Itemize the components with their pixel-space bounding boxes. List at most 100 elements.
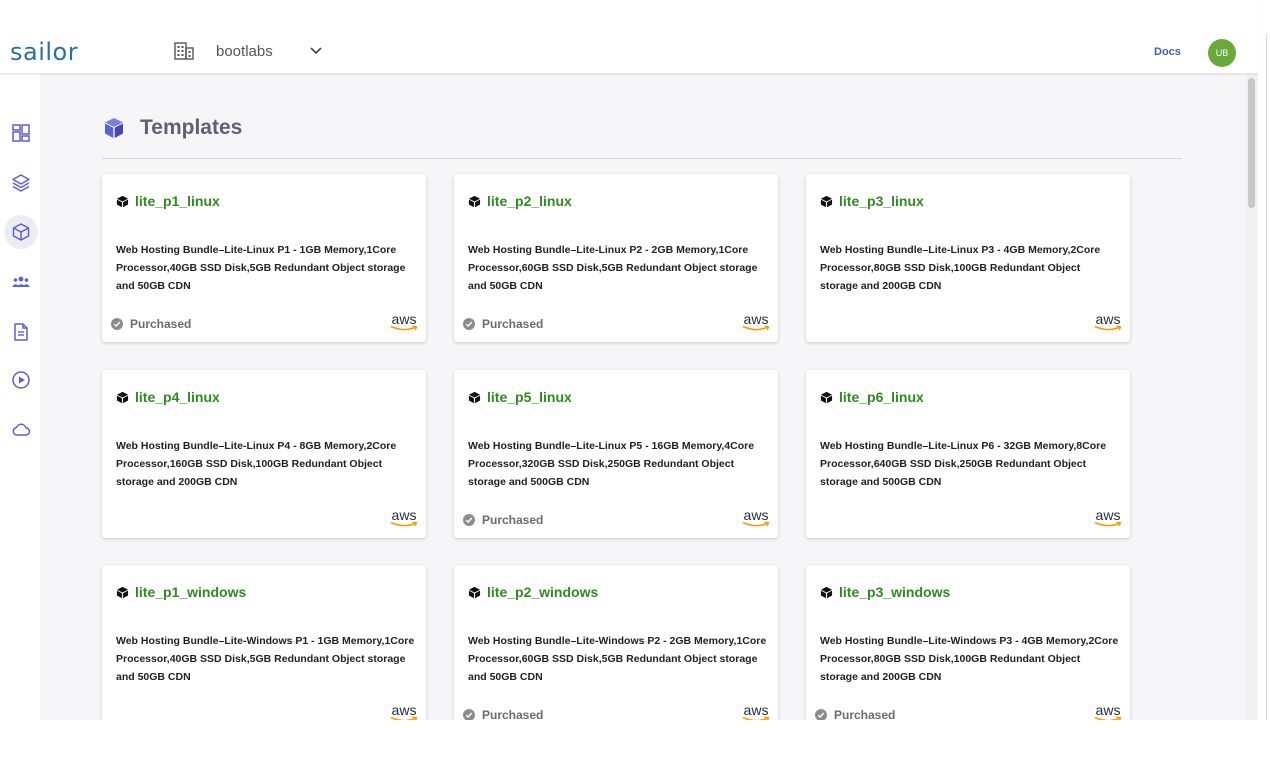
card-title-row: lite_p2_linux [468,193,572,209]
provider-label: aws [1095,311,1121,327]
cube-icon [116,391,129,403]
user-avatar[interactable]: UB [1208,39,1236,67]
sidebar-item-layers[interactable] [4,166,38,200]
template-card[interactable]: lite_p1_windows Web Hosting Bundle–Lite-W… [102,565,426,720]
document-icon [14,323,28,341]
status-label: Purchased [834,708,896,720]
sidebar-item-dashboard[interactable] [4,116,38,150]
sidebar-item-documents[interactable] [4,315,38,349]
status-label: Purchased [482,513,544,527]
card-title[interactable]: lite_p3_linux [839,193,924,209]
card-title[interactable]: lite_p4_linux [135,389,220,405]
cube-icon [116,195,129,207]
card-title-row: lite_p5_linux [468,389,572,405]
app: sailor bootlabs Docs UB Templates lite_p… [0,0,1270,760]
card-title[interactable]: lite_p1_windows [135,584,246,600]
card-description: Web Hosting Bundle–Lite-Windows P1 - 1GB… [116,635,415,683]
card-title-row: lite_p4_linux [116,389,220,405]
template-card[interactable]: lite_p2_windows Web Hosting Bundle–Lite-W… [454,565,778,720]
aws-logo-icon: aws [389,703,419,720]
aws-logo-icon: aws [389,508,419,530]
check-circle-icon [463,709,475,720]
status-label: Purchased [130,317,192,331]
window-edge [1266,34,1267,724]
aws-logo-icon: aws [741,312,771,334]
title-divider [102,158,1182,159]
scrollbar-thumb[interactable] [1248,78,1255,208]
sidebar [0,74,40,720]
status-label: Purchased [482,317,544,331]
card-title[interactable]: lite_p5_linux [487,389,572,405]
card-title[interactable]: lite_p2_windows [487,584,598,600]
card-title-row: lite_p1_linux [116,193,220,209]
template-card[interactable]: lite_p3_windows Web Hosting Bundle–Lite-W… [806,565,1130,720]
cube-icon [468,195,481,207]
card-title[interactable]: lite_p6_linux [839,389,924,405]
card-description: Web Hosting Bundle–Lite-Windows P2 - 2GB… [468,635,767,683]
status-badge: Purchased [463,317,543,331]
card-title-row: lite_p3_windows [820,584,950,600]
cloud-icon [12,423,31,436]
org-selector[interactable]: bootlabs [174,42,323,60]
cube-icon [468,586,481,598]
provider-label: aws [391,702,417,718]
top-bar: sailor bootlabs Docs UB [0,0,1258,74]
template-card[interactable]: lite_p6_linux Web Hosting Bundle–Lite-Lin… [806,370,1130,538]
sidebar-item-runs[interactable] [4,363,38,397]
layers-icon [12,174,30,192]
template-card[interactable]: lite_p5_linux Web Hosting Bundle–Lite-Lin… [454,370,778,538]
card-title-row: lite_p3_linux [820,193,924,209]
page-title: Templates [140,116,243,139]
status-badge: Purchased [815,708,895,720]
cube-icon [116,586,129,598]
status-label: Purchased [482,708,544,720]
template-card[interactable]: lite_p4_linux Web Hosting Bundle–Lite-Lin… [102,370,426,538]
card-description: Web Hosting Bundle–Lite-Linux P6 - 32GB … [820,440,1107,488]
aws-logo-icon: aws [1093,703,1123,720]
cube-icon [820,195,833,207]
sidebar-item-templates[interactable] [4,215,38,249]
dashboard-icon [12,124,30,142]
sailor-logo[interactable]: sailor [10,38,78,66]
team-icon [12,276,30,287]
card-description: Web Hosting Bundle–Lite-Linux P1 - 1GB M… [116,244,406,292]
template-card[interactable]: lite_p1_linux Web Hosting Bundle–Lite-Lin… [102,174,426,342]
card-description: Web Hosting Bundle–Lite-Linux P4 - 8GB M… [116,440,397,488]
cube-icon [468,391,481,403]
org-name: bootlabs [216,42,273,60]
check-circle-icon [463,514,475,526]
sidebar-item-cloud[interactable] [4,412,38,446]
vertical-scrollbar[interactable] [1246,74,1258,720]
aws-logo-icon: aws [1093,508,1123,530]
card-title-row: lite_p1_windows [116,584,246,600]
provider-label: aws [1095,507,1121,523]
bottom-strip [0,720,1270,760]
cube-icon [12,223,30,241]
main-content: Templates lite_p1_linux Web Hosting Bundl… [40,74,1246,720]
provider-label: aws [743,507,769,523]
provider-label: aws [391,507,417,523]
template-card[interactable]: lite_p3_linux Web Hosting Bundle–Lite-Lin… [806,174,1130,342]
card-description: Web Hosting Bundle–Lite-Linux P2 - 2GB M… [468,244,758,292]
card-title[interactable]: lite_p1_linux [135,193,220,209]
provider-label: aws [1095,702,1121,718]
cube-icon [820,586,833,598]
card-title[interactable]: lite_p3_windows [839,584,950,600]
aws-logo-icon: aws [389,312,419,334]
page-header: Templates [102,116,242,140]
card-title[interactable]: lite_p2_linux [487,193,572,209]
play-circle-icon [12,371,30,389]
cube-icon [820,391,833,403]
check-circle-icon [463,318,475,330]
card-description: Web Hosting Bundle–Lite-Windows P3 - 4GB… [820,635,1119,683]
provider-label: aws [391,311,417,327]
status-badge: Purchased [463,513,543,527]
docs-link[interactable]: Docs [1154,46,1181,58]
provider-label: aws [743,311,769,327]
template-card[interactable]: lite_p2_linux Web Hosting Bundle–Lite-Lin… [454,174,778,342]
card-description: Web Hosting Bundle–Lite-Linux P3 - 4GB M… [820,244,1101,292]
building-icon [174,42,194,60]
sidebar-item-teams[interactable] [4,265,38,299]
chevron-down-icon [310,47,322,55]
cube-icon [105,118,123,138]
